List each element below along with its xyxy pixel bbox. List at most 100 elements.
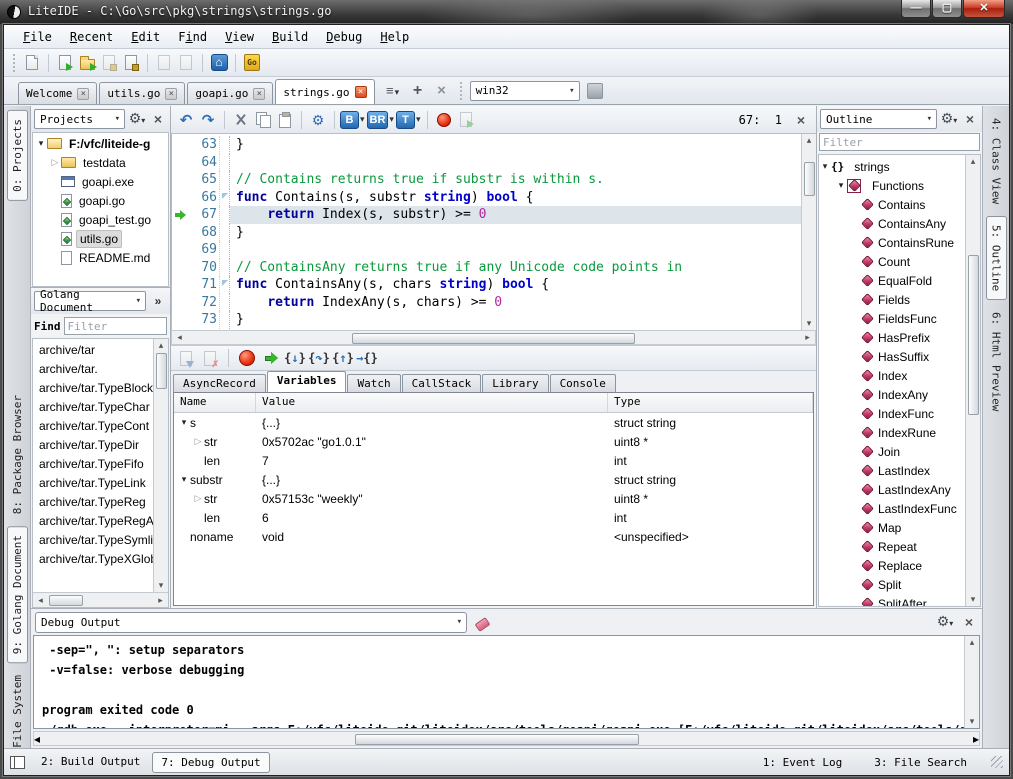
build-button[interactable]: B▾	[340, 109, 367, 131]
side-tab[interactable]: File System	[8, 667, 27, 756]
fold-marker-icon[interactable]	[219, 311, 229, 329]
variable-row[interactable]: ▾substr{...}struct string	[174, 470, 813, 489]
status-toggle[interactable]: 3: File Search	[866, 753, 975, 772]
menu-find[interactable]: Find	[169, 28, 216, 46]
tab-Welcome[interactable]: Welcome×	[18, 82, 97, 104]
paste-icon[interactable]	[274, 109, 296, 131]
docs-panel-selector[interactable]: Golang Document ▾	[34, 291, 146, 311]
docs-horizontal-scrollbar[interactable]: ◂ ▸	[33, 592, 168, 607]
list-item[interactable]: archive/tar.TypeRegA	[33, 512, 153, 531]
docs-filter-input[interactable]	[64, 317, 168, 335]
editor-horizontal-scrollbar[interactable]: ◂ ▸	[171, 330, 816, 345]
export-icon[interactable]	[455, 109, 477, 131]
outline-item[interactable]: IndexAny	[819, 385, 965, 404]
gutter-cell[interactable]: 73	[172, 311, 230, 329]
lock-build-target-button[interactable]	[587, 83, 603, 99]
save-file-icon[interactable]	[98, 52, 120, 74]
tab-goapi.go[interactable]: goapi.go×	[187, 82, 273, 104]
scroll-down-icon[interactable]: ▾	[802, 318, 816, 329]
outline-item[interactable]: ContainsRune	[819, 233, 965, 252]
list-item[interactable]: archive/tar.TypeDir	[33, 436, 153, 455]
outline-item[interactable]: LastIndexAny	[819, 480, 965, 499]
tab-list-icon[interactable]: ≡▾	[383, 80, 405, 102]
scroll-up-icon[interactable]: ▴	[154, 340, 168, 351]
scroll-left-icon[interactable]: ◂	[34, 732, 40, 746]
panel-overflow-icon[interactable]: »	[149, 294, 167, 308]
list-item[interactable]: archive/tar.	[33, 360, 153, 379]
build-and-run-button[interactable]: BR▾	[367, 109, 396, 131]
close-panel-icon[interactable]: ×	[149, 111, 167, 127]
fold-marker-icon[interactable]	[219, 171, 229, 189]
expander-icon[interactable]: ▾	[178, 474, 190, 485]
code-text[interactable]	[230, 241, 801, 259]
side-tab[interactable]: 9: Golang Document	[7, 526, 28, 663]
status-toggle[interactable]: 7: Debug Output	[152, 752, 269, 773]
editor-vertical-scrollbar[interactable]: ▴ ▾	[801, 134, 816, 330]
close-session-icon[interactable]: ✗	[199, 347, 221, 369]
fold-marker-icon[interactable]	[219, 136, 229, 154]
gutter-cell[interactable]: 68	[172, 224, 230, 242]
cut-icon[interactable]	[230, 109, 252, 131]
outline-vertical-scrollbar[interactable]: ▴ ▾	[965, 155, 980, 606]
menu-file[interactable]: File	[14, 28, 61, 46]
menu-build[interactable]: Build	[263, 28, 317, 46]
expander-icon[interactable]: ▾	[835, 180, 847, 191]
clear-output-icon[interactable]	[473, 616, 491, 629]
outline-item[interactable]: FieldsFunc	[819, 309, 965, 328]
expander-icon[interactable]: ▷	[49, 157, 61, 168]
maximize-button[interactable]: ▢	[932, 0, 962, 18]
panel-menu-gear-icon[interactable]: ⚙▾	[936, 614, 954, 631]
save-all-icon[interactable]	[120, 52, 142, 74]
side-tab[interactable]: 4: Class View	[987, 110, 1006, 212]
outline-item[interactable]: Map	[819, 518, 965, 537]
debug-output-text[interactable]: -sep=", ": setup separators -v=false: ve…	[34, 636, 979, 729]
column-header-name[interactable]: Name	[174, 393, 256, 412]
expander-icon[interactable]: ▾	[819, 161, 831, 172]
status-toggle[interactable]: 2: Build Output	[33, 752, 148, 773]
variable-row[interactable]: ▷nonamevoid<unspecified>	[174, 527, 813, 546]
fold-marker-icon[interactable]	[219, 259, 229, 277]
outline-item[interactable]: EqualFold	[819, 271, 965, 290]
menu-debug[interactable]: Debug	[317, 28, 371, 46]
scrollbar-thumb[interactable]	[49, 595, 83, 606]
tree-item[interactable]: ▷goapi.go	[33, 191, 168, 210]
close-panel-icon[interactable]: ×	[961, 111, 979, 127]
scroll-up-icon[interactable]: ▴	[965, 637, 979, 648]
outline-package[interactable]: ▾{}strings	[819, 157, 965, 176]
variable-row[interactable]: ▷str0x5702ac "go1.0.1"uint8 *	[174, 432, 813, 451]
outline-item[interactable]: Repeat	[819, 537, 965, 556]
code-text[interactable]: func Contains(s, substr string) bool {	[230, 189, 801, 207]
close-panel-icon[interactable]: ×	[960, 614, 978, 630]
tab-utils.go[interactable]: utils.go×	[99, 82, 185, 104]
tree-item[interactable]: ▷README.md	[33, 248, 168, 267]
outline-item[interactable]: HasPrefix	[819, 328, 965, 347]
code-text[interactable]: }	[230, 224, 801, 242]
scroll-right-icon[interactable]: ▸	[153, 595, 168, 606]
toolbar-grip[interactable]	[13, 54, 16, 72]
debug-tab-callstack[interactable]: CallStack	[402, 374, 482, 392]
outline-group[interactable]: ▾Functions	[819, 176, 965, 195]
output-panel-selector[interactable]: Debug Output ▾	[35, 612, 467, 633]
scrollbar-thumb[interactable]	[156, 353, 167, 389]
open-file-icon[interactable]	[54, 52, 76, 74]
godoc-icon[interactable]: Go	[241, 52, 263, 74]
resize-grip-icon[interactable]	[991, 756, 1003, 768]
home-icon[interactable]: ⌂	[208, 52, 230, 74]
scroll-down-icon[interactable]: ▾	[154, 580, 168, 591]
undo-icon[interactable]: ↶	[175, 109, 197, 131]
code-text[interactable]: }	[230, 311, 801, 329]
outline-item[interactable]: SplitAfter	[819, 594, 965, 606]
list-item[interactable]: archive/tar.TypeFifo	[33, 455, 153, 474]
docs-vertical-scrollbar[interactable]: ▴ ▾	[153, 339, 168, 592]
list-item[interactable]: archive/tar.TypeBlock	[33, 379, 153, 398]
variable-row[interactable]: ▷str0x57153c "weekly"uint8 *	[174, 489, 813, 508]
code-text[interactable]: return Index(s, substr) >= 0	[230, 206, 801, 224]
scroll-right-icon[interactable]: ▸	[973, 732, 979, 746]
close-tab-icon[interactable]: ×	[431, 80, 453, 102]
list-item[interactable]: archive/tar.TypeSymlink	[33, 531, 153, 550]
gutter-cell[interactable]: 64	[172, 154, 230, 172]
code-text[interactable]: }	[230, 136, 801, 154]
run-to-cursor-icon[interactable]: →{}	[356, 347, 378, 369]
outline-item[interactable]: ContainsAny	[819, 214, 965, 233]
expander-icon[interactable]: ▷	[192, 436, 204, 447]
